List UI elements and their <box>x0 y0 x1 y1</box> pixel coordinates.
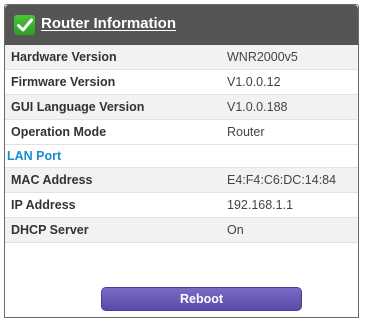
gui-language-version-row: GUI Language Version V1.0.0.188 <box>5 95 358 120</box>
mac-address-label: MAC Address <box>11 173 93 187</box>
panel-title[interactable]: Router Information <box>41 14 176 34</box>
info-table: Hardware Version WNR2000v5 Firmware Vers… <box>5 45 358 243</box>
hardware-version-row: Hardware Version WNR2000v5 <box>5 45 358 70</box>
gui-language-version-value: V1.0.0.188 <box>227 100 288 114</box>
lan-port-section: LAN Port <box>5 145 358 168</box>
firmware-version-label: Firmware Version <box>11 75 116 89</box>
ip-address-value: 192.168.1.1 <box>227 198 294 212</box>
panel-header: Router Information <box>5 5 358 45</box>
ip-address-label: IP Address <box>11 198 76 212</box>
ip-address-row: IP Address 192.168.1.1 <box>5 193 358 218</box>
router-information-panel: Router Information Hardware Version WNR2… <box>4 4 359 318</box>
operation-mode-value: Router <box>227 125 265 139</box>
dhcp-server-label: DHCP Server <box>11 223 89 237</box>
check-icon-glyph <box>16 18 33 32</box>
firmware-version-value: V1.0.0.12 <box>227 75 281 89</box>
dhcp-server-value: On <box>227 223 244 237</box>
firmware-version-row: Firmware Version V1.0.0.12 <box>5 70 358 95</box>
operation-mode-label: Operation Mode <box>11 125 107 139</box>
reboot-button[interactable]: Reboot <box>101 287 302 311</box>
check-icon <box>14 15 35 35</box>
mac-address-row: MAC Address E4:F4:C6:DC:14:84 <box>5 168 358 193</box>
dhcp-server-row: DHCP Server On <box>5 218 358 243</box>
hardware-version-label: Hardware Version <box>11 50 117 64</box>
operation-mode-row: Operation Mode Router <box>5 120 358 145</box>
lan-port-section-label: LAN Port <box>7 149 62 163</box>
hardware-version-value: WNR2000v5 <box>227 50 298 64</box>
mac-address-value: E4:F4:C6:DC:14:84 <box>227 173 337 187</box>
gui-language-version-label: GUI Language Version <box>11 100 145 114</box>
